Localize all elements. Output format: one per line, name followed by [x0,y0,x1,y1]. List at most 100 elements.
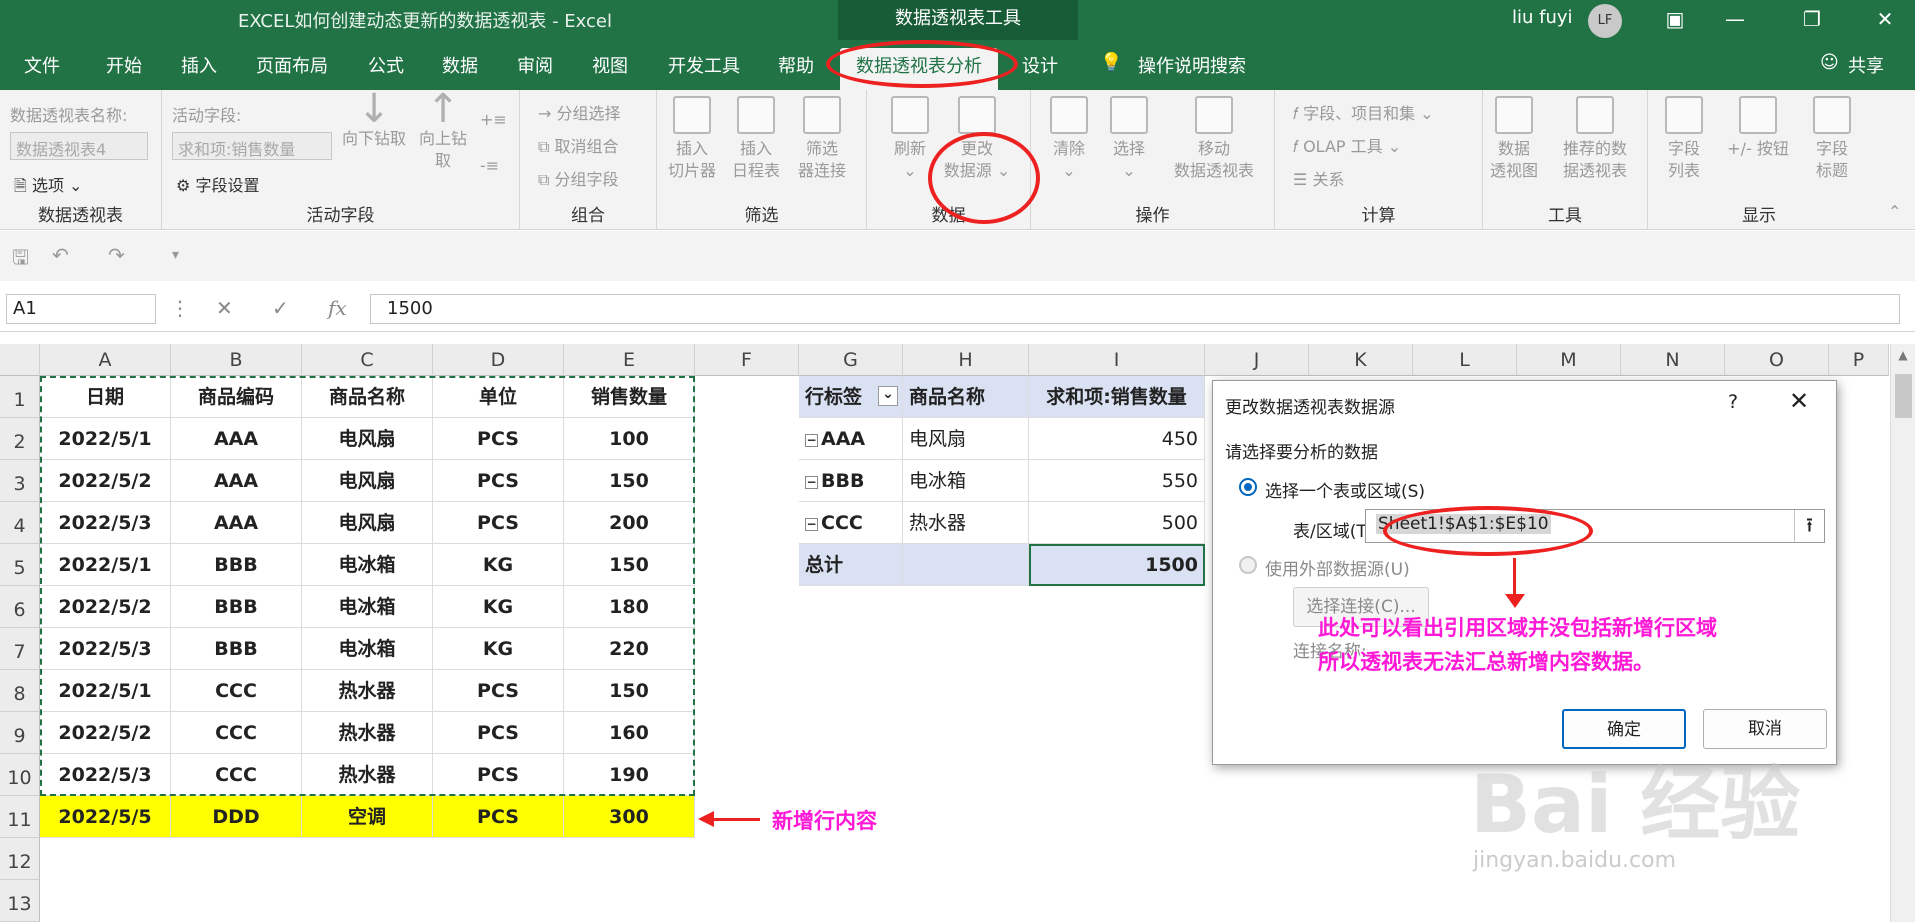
source-cell[interactable]: 2022/5/3 [40,502,171,544]
drill-down-button[interactable]: ↓ 向下钻取 [336,89,412,150]
restore-icon[interactable]: ❐ [1797,5,1827,35]
save-icon[interactable]: 🖫 [12,243,29,277]
scroll-up-icon[interactable]: ▲ [1891,348,1915,362]
enter-icon[interactable]: ✓ [272,296,289,320]
source-cell[interactable]: 2022/5/1 [40,418,171,460]
source-cell[interactable]: 2022/5/2 [40,460,171,502]
source-cell[interactable]: KG [433,586,564,628]
source-cell[interactable]: PCS [433,712,564,754]
ungroup-button[interactable]: ⧉ 取消组合 [538,133,619,157]
customize-qat-icon[interactable]: ▾ [172,247,179,263]
field-settings-button[interactable]: ⚙ 字段设置 [176,172,259,196]
source-cell[interactable]: DDD [171,796,302,838]
name-box[interactable]: A1 [6,294,156,324]
source-cell[interactable]: 300 [564,796,695,838]
dialog-help-button[interactable]: ? [1728,391,1738,413]
group-field-button[interactable]: ⧉ 分组字段 [538,166,619,190]
source-cell[interactable]: 2022/5/5 [40,796,171,838]
row-header-1[interactable]: 1 [0,376,40,418]
minimize-icon[interactable]: — [1720,5,1750,35]
move-pivottable-button[interactable]: 移动 数据透视表 [1161,96,1267,182]
source-cell[interactable]: AAA [171,418,302,460]
pivot-row-product[interactable]: 电冰箱 [903,460,1029,502]
scrollbar-thumb[interactable] [1895,374,1912,418]
radio-table-range[interactable] [1239,478,1257,496]
source-header-cell[interactable]: 单位 [433,376,564,418]
tab-insert[interactable]: 插入 [181,52,217,78]
row-header-6[interactable]: 6 [0,586,40,628]
source-cell[interactable]: PCS [433,418,564,460]
plus-minus-buttons-button[interactable]: +/- 按钮 [1718,96,1798,160]
tab-view[interactable]: 视图 [592,52,628,78]
column-header-j[interactable]: J [1205,344,1309,376]
source-cell[interactable]: 2022/5/3 [40,754,171,796]
source-cell[interactable]: 2022/5/2 [40,586,171,628]
row-header-7[interactable]: 7 [0,628,40,670]
source-cell[interactable]: 2022/5/1 [40,544,171,586]
tab-developer[interactable]: 开发工具 [668,52,740,78]
pivot-row-product[interactable]: 热水器 [903,502,1029,544]
source-cell[interactable]: 100 [564,418,695,460]
collapse-field-icon[interactable]: -≡ [480,156,499,175]
user-name[interactable]: liu fuyi [1512,7,1573,28]
field-list-button[interactable]: 字段 列表 [1656,96,1712,182]
pivot-header-sum[interactable]: 求和项:销售数量 [1029,376,1205,418]
ribbon-display-icon[interactable]: ▣ [1660,5,1690,35]
column-header-c[interactable]: C [302,344,433,376]
source-cell[interactable]: 热水器 [302,754,433,796]
column-header-h[interactable]: H [903,344,1029,376]
source-header-cell[interactable]: 销售数量 [564,376,695,418]
source-cell[interactable]: 2022/5/3 [40,628,171,670]
share-button[interactable]: 共享 [1848,52,1884,78]
source-cell[interactable]: 电冰箱 [302,544,433,586]
tab-page-layout[interactable]: 页面布局 [256,52,328,78]
column-header-b[interactable]: B [171,344,302,376]
close-icon[interactable]: ✕ [1870,5,1900,35]
source-cell[interactable]: PCS [433,460,564,502]
source-cell[interactable]: 220 [564,628,695,670]
source-cell[interactable]: 190 [564,754,695,796]
source-cell[interactable]: PCS [433,754,564,796]
expand-field-icon[interactable]: +≡ [480,110,507,129]
pivot-total-label[interactable]: 总计 [799,544,903,586]
source-cell[interactable]: 2022/5/2 [40,712,171,754]
row-header-3[interactable]: 3 [0,460,40,502]
insert-function-icon[interactable]: fx [328,296,347,320]
source-cell[interactable]: 空调 [302,796,433,838]
row-header-12[interactable]: 12 [0,838,40,880]
column-header-n[interactable]: N [1621,344,1725,376]
pivot-header-product[interactable]: 商品名称 [903,376,1029,418]
column-header-l[interactable]: L [1413,344,1517,376]
source-cell[interactable]: 150 [564,460,695,502]
source-cell[interactable]: KG [433,628,564,670]
source-cell[interactable]: BBB [171,544,302,586]
pivot-name-input[interactable]: 数据透视表4 [10,132,148,160]
pivot-total-blank[interactable] [903,544,1029,586]
olap-tools-button[interactable]: 𝑓 OLAP 工具 ⌄ [1293,133,1401,157]
fields-items-sets-button[interactable]: 𝑓 字段、项目和集 ⌄ [1293,100,1434,124]
column-header-g[interactable]: G [799,344,903,376]
pivot-row-value[interactable]: 500 [1029,502,1205,544]
source-cell[interactable]: PCS [433,670,564,712]
source-cell[interactable]: 电冰箱 [302,586,433,628]
row-header-4[interactable]: 4 [0,502,40,544]
tab-formulas[interactable]: 公式 [368,52,404,78]
column-header-i[interactable]: I [1029,344,1205,376]
cancel-icon[interactable]: ✕ [216,296,233,320]
source-cell[interactable]: 热水器 [302,670,433,712]
avatar[interactable]: LF [1588,4,1622,38]
pivot-header-row-labels[interactable]: 行标签 ⌄ [799,376,903,418]
source-cell[interactable]: CCC [171,712,302,754]
source-cell[interactable]: BBB [171,586,302,628]
collapse-icon[interactable]: − [805,518,818,531]
tell-me-search[interactable]: 操作说明搜索 [1138,52,1246,78]
redo-icon[interactable]: ↷ [108,243,125,267]
row-header-2[interactable]: 2 [0,418,40,460]
source-cell[interactable]: 电冰箱 [302,628,433,670]
insert-slicer-button[interactable]: 插入 切片器 [661,96,723,182]
source-cell[interactable]: CCC [171,754,302,796]
collapse-dialog-icon[interactable]: ⭱ [1794,510,1824,542]
source-cell[interactable]: 2022/5/1 [40,670,171,712]
tab-home[interactable]: 开始 [106,52,142,78]
source-cell[interactable]: 电风扇 [302,502,433,544]
